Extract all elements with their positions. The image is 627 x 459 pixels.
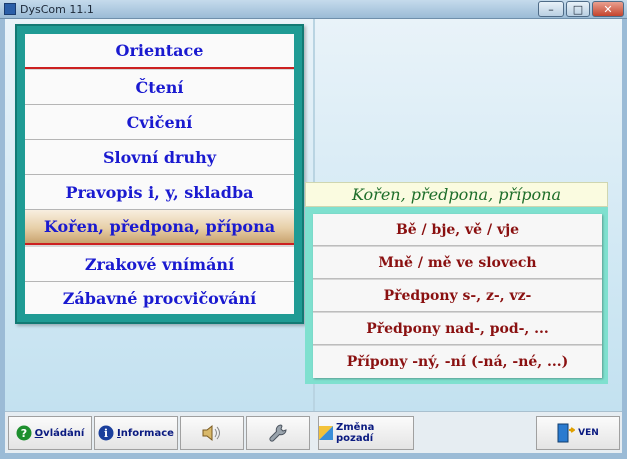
menu-item-pravopis[interactable]: Pravopis i, y, skladba bbox=[25, 175, 294, 210]
exit-door-icon bbox=[557, 422, 576, 444]
submenu-item-predpony-s-z-vz[interactable]: Předpony s-, z-, vz- bbox=[313, 280, 602, 312]
submenu-item-pripony[interactable]: Přípony -ný, -ní (-ná, -né, ...) bbox=[313, 346, 602, 378]
app-icon bbox=[4, 3, 16, 15]
info-icon: i bbox=[98, 425, 114, 441]
menu-item-slovni-druhy[interactable]: Slovní druhy bbox=[25, 140, 294, 175]
submenu-title: Kořen, předpona, přípona bbox=[305, 182, 608, 207]
change-background-label: Změna pozadí bbox=[336, 422, 375, 444]
menu-item-cviceni[interactable]: Cvičení bbox=[25, 105, 294, 140]
info-button[interactable]: i Informace bbox=[94, 416, 178, 450]
minimize-button[interactable]: – bbox=[538, 1, 564, 17]
menu-item-zrakove-vnimani[interactable]: Zrakové vnímání bbox=[25, 247, 294, 282]
svg-text:i: i bbox=[104, 427, 108, 440]
maximize-icon: □ bbox=[572, 3, 584, 16]
controls-button[interactable]: ? Ovládání bbox=[8, 416, 92, 450]
speaker-icon bbox=[201, 424, 223, 442]
submenu-item-be-bje[interactable]: Bě / bje, vě / vje bbox=[313, 214, 602, 246]
minimize-icon: – bbox=[548, 3, 554, 16]
window-frame-right bbox=[622, 19, 627, 459]
submenu: Bě / bje, vě / vje Mně / mě ve slovech P… bbox=[305, 207, 608, 384]
main-menu: Orientace Čtení Cvičení Slovní druhy Pra… bbox=[15, 24, 304, 324]
menu-item-zabavne-procvicovani[interactable]: Zábavné procvičování bbox=[25, 282, 294, 314]
exit-label: VEN bbox=[578, 428, 599, 438]
menu-item-orientace[interactable]: Orientace bbox=[25, 34, 294, 69]
menu-item-cteni[interactable]: Čtení bbox=[25, 70, 294, 105]
controls-label: Ovládání bbox=[34, 427, 85, 439]
svg-text:?: ? bbox=[20, 427, 26, 440]
change-background-button[interactable]: Změna pozadí bbox=[318, 416, 414, 450]
sound-button[interactable] bbox=[180, 416, 244, 450]
maximize-button[interactable]: □ bbox=[566, 1, 590, 17]
close-button[interactable]: ✕ bbox=[592, 1, 624, 17]
wrench-icon bbox=[268, 423, 288, 443]
submenu-item-predpony-nad-pod[interactable]: Předpony nad-, pod-, ... bbox=[313, 313, 602, 345]
menu-item-koren-predpona-pripona[interactable]: Kořen, předpona, přípona bbox=[25, 210, 294, 245]
window-title-bar[interactable]: DysCom 11.1 – □ ✕ bbox=[0, 0, 627, 19]
exit-button[interactable]: VEN bbox=[536, 416, 620, 450]
submenu-item-mne-me[interactable]: Mně / mě ve slovech bbox=[313, 247, 602, 279]
submenu-list: Bě / bje, vě / vje Mně / mě ve slovech P… bbox=[313, 214, 602, 378]
help-icon: ? bbox=[16, 425, 32, 441]
close-icon: ✕ bbox=[603, 3, 613, 16]
window-title: DysCom 11.1 bbox=[20, 3, 94, 16]
window-frame-bottom bbox=[0, 453, 627, 459]
palette-icon bbox=[319, 426, 333, 440]
info-label: Informace bbox=[117, 427, 174, 439]
main-menu-list: Orientace Čtení Cvičení Slovní druhy Pra… bbox=[25, 34, 294, 314]
settings-button[interactable] bbox=[246, 416, 310, 450]
